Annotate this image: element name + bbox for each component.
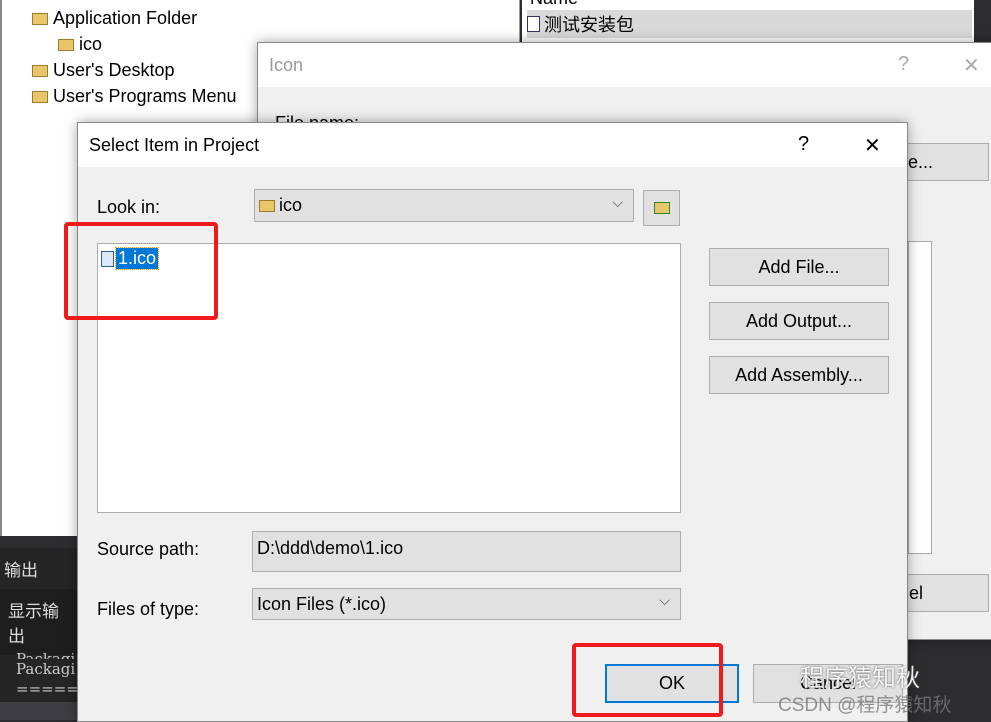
folder-icon (58, 38, 74, 51)
look-in-value: ico (279, 195, 303, 215)
folder-icon (32, 12, 48, 25)
output-line: ======= (16, 680, 104, 698)
watermark-title: 程序猿知秋 (800, 665, 920, 692)
up-folder-button[interactable] (643, 190, 680, 226)
file-name: 测试安装包 (544, 15, 634, 35)
add-assembly-button[interactable]: Add Assembly... (709, 356, 889, 394)
tree-item-label: Application Folder (53, 8, 198, 28)
folder-icon (259, 199, 275, 212)
up-folder-icon (653, 202, 670, 214)
chevron-down-icon: ⌵ (659, 592, 670, 608)
folder-icon (32, 90, 48, 103)
source-path-field[interactable]: D:\ddd\demo\1.ico (252, 531, 681, 572)
tree-item-users-programs-menu[interactable]: User's Programs Menu (32, 86, 237, 107)
icon-dialog-title-text: Icon (269, 54, 304, 75)
select-item-dialog: Select Item in Project ? ✕ Look in: ico … (77, 122, 908, 722)
tree-item-label: User's Programs Menu (53, 86, 237, 106)
help-button[interactable]: ? (898, 53, 909, 76)
file-row[interactable]: 测试安装包 (527, 10, 972, 38)
folder-icon (32, 64, 48, 77)
annotation-highlight-ok (572, 643, 723, 717)
file-list: Name 测试安装包 (522, 0, 974, 42)
output-title: 输出 (4, 561, 38, 580)
tree-item-users-desktop[interactable]: User's Desktop (32, 60, 174, 81)
annotation-highlight-file (64, 222, 218, 320)
tree-item-ico[interactable]: ico (58, 34, 102, 55)
add-file-button[interactable]: Add File... (709, 248, 889, 286)
close-button[interactable]: ✕ (864, 133, 881, 158)
tree-item-label: User's Desktop (53, 60, 175, 80)
add-output-button[interactable]: Add Output... (709, 302, 889, 340)
show-output-label: 显示输出 (0, 589, 78, 655)
tree-item-application-folder[interactable]: Application Folder (32, 8, 197, 29)
look-in-label: Look in: (97, 197, 161, 217)
source-path-label: Source path: (97, 539, 200, 559)
files-of-type-value: Icon Files (*.ico) (257, 593, 387, 614)
icon-dialog-title: Icon (258, 43, 991, 87)
icon-list[interactable] (908, 241, 932, 554)
chevron-down-icon: ⌵ (612, 194, 623, 210)
horizontal-scrollbar[interactable] (0, 702, 78, 720)
column-header-name[interactable]: Name (530, 0, 578, 9)
watermark-csdn: CSDN @程序猿知秋 (778, 695, 952, 716)
output-line: Packagi (16, 650, 76, 659)
output-line: Packagi (16, 660, 76, 678)
tree-item-label: ico (79, 34, 103, 54)
files-of-type-label: Files of type: (97, 599, 200, 619)
help-button[interactable]: ? (798, 133, 809, 156)
look-in-combo[interactable]: ico ⌵ (254, 189, 634, 222)
cancel-button[interactable]: el (906, 574, 989, 612)
close-button[interactable]: ✕ (963, 53, 980, 78)
dialog-title: Select Item in Project (78, 123, 907, 167)
shortcut-icon (527, 16, 540, 32)
dialog-title-text: Select Item in Project (89, 134, 260, 155)
output-panel: 输出 显示输出 Packagi Packagi ======= (0, 548, 104, 720)
files-of-type-combo[interactable]: Icon Files (*.ico) ⌵ (252, 588, 681, 620)
